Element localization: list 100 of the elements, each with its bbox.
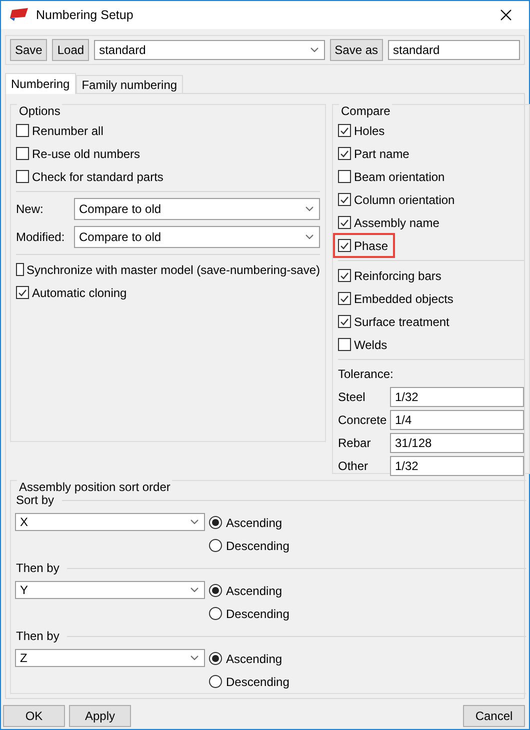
checkbox-label: Holes — [354, 124, 385, 138]
checkbox-square-icon[interactable] — [16, 147, 29, 160]
checkbox-label: Synchronize with master model (save-numbering-save) — [26, 262, 320, 276]
radio-option[interactable]: Descending — [209, 670, 290, 693]
dialog-button[interactable]: Cancel — [463, 705, 525, 727]
checkbox-square-icon[interactable] — [16, 286, 29, 299]
field-label: New: — [16, 202, 44, 216]
radio-button-icon[interactable] — [209, 516, 222, 529]
tab[interactable]: Numbering — [5, 73, 76, 94]
group-title: Compare — [339, 104, 392, 118]
checkbox-option[interactable]: Holes — [338, 119, 524, 142]
checkbox-label: Re-use old numbers — [32, 146, 140, 160]
window-title: Numbering Setup — [36, 8, 134, 22]
checkbox-label: Automatic cloning — [32, 286, 127, 300]
radio-button-icon[interactable] — [209, 539, 222, 552]
radio-option[interactable]: Ascending — [209, 579, 290, 602]
checkbox-square-icon[interactable] — [338, 216, 351, 229]
field-label: Rebar — [338, 436, 372, 450]
checkbox-label: Beam orientation — [354, 170, 445, 184]
dialog-button[interactable]: Apply — [69, 705, 131, 727]
radio-option[interactable]: Descending — [209, 534, 290, 557]
highlighted-checkbox-row[interactable]: Phase — [334, 234, 394, 257]
dropdown-caret-icon — [190, 655, 199, 661]
tolerance-field[interactable]: 1/4 — [390, 410, 524, 430]
radio-button-icon[interactable] — [209, 675, 222, 688]
checkbox-label: Embedded objects — [354, 292, 454, 306]
checkbox-option[interactable]: Automatic cloning — [16, 281, 320, 304]
save-as-button[interactable]: Save as — [330, 39, 383, 61]
load-button[interactable]: Load — [52, 39, 90, 61]
checkbox-square-icon[interactable] — [16, 124, 29, 137]
dialog-button[interactable]: OK — [3, 705, 65, 727]
checkbox-option[interactable]: Renumber all — [16, 119, 320, 142]
section-label: Sort by — [16, 493, 54, 507]
save-as-name-field[interactable]: standard — [388, 40, 520, 60]
dropdown-caret-icon — [190, 519, 199, 525]
checkbox-square-icon[interactable] — [338, 292, 351, 305]
field-label: Concrete — [338, 412, 388, 426]
checkbox-option[interactable]: Synchronize with master model (save-numbering-save) — [16, 258, 320, 281]
checkbox-square-icon[interactable] — [338, 147, 351, 160]
checkbox-label: Surface treatment — [354, 314, 450, 328]
sort-key-dropdown[interactable]: Z — [15, 649, 205, 667]
radio-option[interactable]: Descending — [209, 602, 290, 625]
tolerance-field[interactable]: 31/128 — [390, 432, 524, 452]
checkbox-option[interactable]: Re-use old numbers — [16, 142, 320, 165]
save-button[interactable]: Save — [10, 39, 48, 61]
dropdown-caret-icon — [190, 587, 199, 593]
tolerance-field[interactable]: 1/32 — [390, 456, 524, 476]
preset-dropdown[interactable]: standard — [94, 40, 325, 60]
dropdown[interactable]: Compare to old — [74, 198, 320, 220]
checkbox-label: Assembly name — [354, 216, 440, 230]
tolerance-field[interactable]: 1/32 — [390, 386, 524, 406]
checkbox-option[interactable]: Part name — [338, 142, 524, 165]
radio-label: Ascending — [226, 516, 282, 530]
radio-button-icon[interactable] — [209, 652, 222, 665]
tab[interactable]: Family numbering — [76, 75, 184, 93]
checkbox-square-icon[interactable] — [338, 239, 351, 252]
checkbox-label: Renumber all — [32, 124, 104, 138]
field-label: Modified: — [16, 230, 66, 244]
checkbox-square-icon[interactable] — [338, 315, 351, 328]
checkbox-square-icon[interactable] — [338, 170, 351, 183]
field-label: Other — [338, 458, 370, 472]
sort-key-dropdown[interactable]: X — [15, 513, 205, 531]
dropdown-caret-icon — [305, 206, 314, 212]
section-label: Then by — [16, 629, 60, 643]
checkbox-square-icon[interactable] — [16, 170, 29, 183]
checkbox-square-icon[interactable] — [338, 338, 351, 351]
checkbox-option[interactable]: Surface treatment — [338, 310, 524, 333]
checkbox-option[interactable]: Beam orientation — [338, 165, 524, 188]
radio-button-icon[interactable] — [209, 584, 222, 597]
sort-key-dropdown[interactable]: Y — [15, 581, 205, 599]
group-title: Assembly position sort order — [17, 480, 172, 494]
checkbox-label: Reinforcing bars — [354, 268, 442, 282]
dropdown[interactable]: Compare to old — [74, 226, 320, 248]
radio-option[interactable]: Ascending — [209, 647, 290, 670]
checkbox-square-icon[interactable] — [338, 269, 351, 282]
checkbox-option[interactable]: Embedded objects — [338, 287, 524, 310]
tolerance-label: Tolerance: — [338, 367, 394, 381]
checkbox-option[interactable]: Check for standard parts — [16, 165, 320, 188]
dropdown-caret-icon — [310, 47, 319, 53]
checkbox-option[interactable]: Welds — [338, 333, 524, 356]
checkbox-label: Column orientation — [354, 192, 455, 206]
section-label: Then by — [16, 561, 60, 575]
checkbox-square-icon[interactable] — [338, 193, 351, 206]
checkbox-label: Check for standard parts — [32, 170, 164, 184]
group-title: Options — [17, 104, 62, 118]
app-logo-icon — [9, 8, 29, 22]
checkbox-square-icon[interactable] — [16, 263, 24, 276]
radio-button-icon[interactable] — [209, 607, 222, 620]
radio-label: Descending — [226, 538, 290, 552]
checkbox-option[interactable]: Column orientation — [338, 188, 524, 211]
radio-label: Ascending — [226, 652, 282, 666]
checkbox-label: Welds — [354, 338, 388, 352]
field-label: Steel — [338, 390, 366, 404]
radio-option[interactable]: Ascending — [209, 511, 290, 534]
checkbox-label: Part name — [354, 146, 410, 160]
checkbox-option[interactable]: Reinforcing bars — [338, 264, 524, 287]
checkbox-label: Phase — [354, 238, 388, 252]
radio-label: Descending — [226, 606, 290, 620]
checkbox-square-icon[interactable] — [338, 124, 351, 137]
checkbox-option[interactable]: Assembly name — [338, 211, 524, 234]
